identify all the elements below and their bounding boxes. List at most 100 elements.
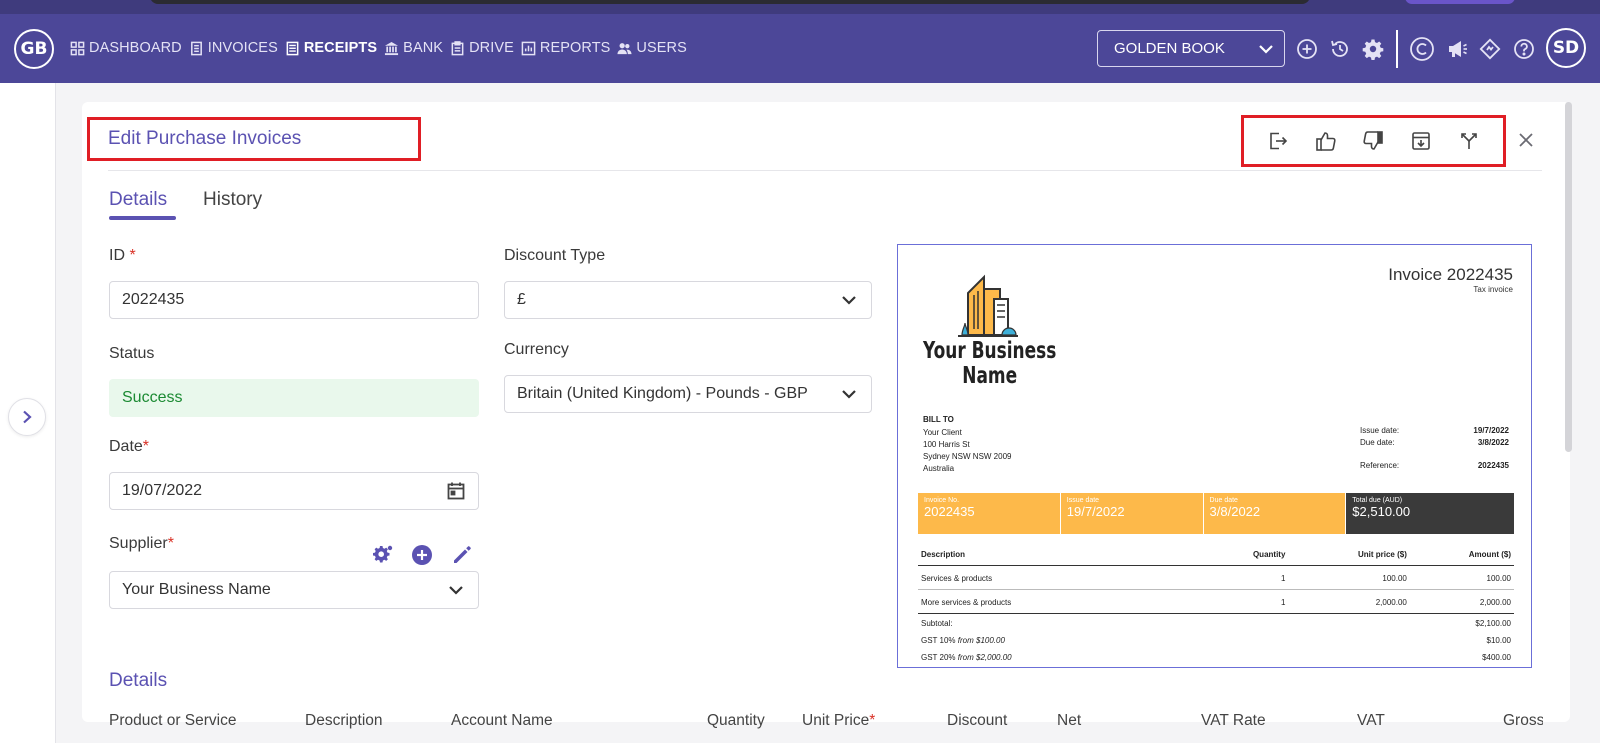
summary-label: Total due (AUD) xyxy=(1352,497,1403,504)
due-date-value: 3/8/2022 xyxy=(1477,438,1509,447)
bill-to-address: Your Client 100 Harris St Sydney NSW NSW… xyxy=(923,427,1011,475)
chevron-down-icon xyxy=(1259,44,1273,54)
status-label: Status xyxy=(109,345,155,362)
receipt-icon xyxy=(286,41,299,55)
gear-icon[interactable] xyxy=(1362,38,1384,60)
supplier-select[interactable]: Your Business Name xyxy=(109,571,479,609)
row-description: More services & products xyxy=(921,598,1012,607)
column-unit-price: Unit Price* xyxy=(802,712,875,730)
document-icon xyxy=(190,41,202,55)
row-quantity: 1 xyxy=(1280,574,1286,583)
calendar-icon[interactable] xyxy=(446,481,466,501)
nav-users[interactable]: USERS xyxy=(617,40,687,56)
scrollbar-thumb[interactable] xyxy=(1565,102,1572,452)
invoice-preview[interactable]: Your Business Name Invoice 2022435 Tax i… xyxy=(897,244,1532,668)
nav-reports-label: REPORTS xyxy=(539,40,611,56)
profile-avatar[interactable]: SD xyxy=(1546,28,1586,68)
nav-drive[interactable]: DRIVE xyxy=(450,40,514,56)
top-bar-accent xyxy=(1405,0,1515,4)
close-icon[interactable] xyxy=(1514,128,1538,152)
discount-type-value: £ xyxy=(517,291,526,308)
date-field[interactable]: 19/07/2022 xyxy=(109,472,479,510)
thumbs-down-icon[interactable] xyxy=(1362,130,1384,152)
add-supplier-icon[interactable] xyxy=(410,543,434,567)
invoice-title: Invoice 2022435 xyxy=(1388,265,1513,284)
column-product-or-service: Product or Service xyxy=(109,712,237,729)
expand-sidebar-button[interactable] xyxy=(8,398,46,436)
supplier-settings-icon[interactable] xyxy=(370,543,394,567)
subtotal-label: Subtotal: xyxy=(921,619,953,628)
nav-bank[interactable]: BANK xyxy=(384,40,443,56)
active-tab-underline xyxy=(109,216,176,220)
col-description: Description xyxy=(921,550,966,559)
main-navbar: GB DASHBOARD INVOICES RECEIPTS BANK DRIV… xyxy=(0,14,1600,83)
page-title: Edit Purchase Invoices xyxy=(108,128,302,149)
nav-invoices[interactable]: INVOICES xyxy=(189,40,278,56)
bar-chart-icon xyxy=(521,41,536,55)
discount-type-label: Discount Type xyxy=(504,247,606,264)
issue-date-value: 19/7/2022 xyxy=(1473,426,1509,435)
bill-to-line: Your Client xyxy=(923,428,962,437)
date-label-text: Date xyxy=(109,438,143,455)
details-section-title: Details xyxy=(109,670,168,691)
split-icon[interactable] xyxy=(1458,130,1480,152)
chevron-down-icon xyxy=(842,296,856,305)
diamond-icon[interactable] xyxy=(1479,38,1501,60)
supplier-label-text: Supplier xyxy=(109,535,168,552)
thumbs-up-icon[interactable] xyxy=(1315,130,1337,152)
nav-dashboard[interactable]: DASHBOARD xyxy=(70,40,182,56)
archive-icon[interactable] xyxy=(1410,130,1432,152)
export-icon[interactable] xyxy=(1267,130,1289,152)
c-logo-icon[interactable] xyxy=(1409,36,1435,62)
bill-to-label: BILL TO xyxy=(923,415,954,424)
edit-supplier-icon[interactable] xyxy=(450,543,474,567)
tab-details[interactable]: Details xyxy=(109,189,167,211)
company-select-value: GOLDEN BOOK xyxy=(1114,40,1225,57)
row-description: Services & products xyxy=(921,574,993,583)
business-name-line2: Name xyxy=(962,363,1018,389)
table-row: More services & products 1 2,000.00 2,00… xyxy=(918,590,1514,614)
subtotal-row: Subtotal: $2,100.00 xyxy=(918,614,1514,632)
add-circle-icon[interactable] xyxy=(1296,38,1318,60)
column-account-name: Account Name xyxy=(451,712,553,729)
users-icon xyxy=(617,42,632,54)
grid-icon xyxy=(70,41,85,55)
gst2-row: GST 20% from $2,000.00 $400.00 xyxy=(918,649,1514,666)
bill-to-line: Australia xyxy=(923,464,955,473)
company-select[interactable]: GOLDEN BOOK xyxy=(1097,30,1285,67)
company-initials: GB xyxy=(20,39,48,59)
profile-initials: SD xyxy=(1552,38,1580,58)
help-icon[interactable] xyxy=(1513,38,1535,60)
reference-label: Reference: xyxy=(1360,461,1400,470)
tab-history[interactable]: History xyxy=(203,189,262,211)
summary-value: 19/7/2022 xyxy=(1066,504,1125,519)
top-bar-pill xyxy=(150,0,1310,4)
summary-issue-date: Issue date 19/7/2022 xyxy=(1060,493,1204,534)
column-quantity: Quantity xyxy=(707,712,765,729)
summary-value: 3/8/2022 xyxy=(1209,504,1261,519)
currency-select[interactable]: Britain (United Kingdom) - Pounds - GBP xyxy=(504,375,872,413)
invoice-summary-bar: Invoice No. 2022435 Issue date 19/7/2022 D… xyxy=(918,493,1515,534)
gst1-from: from $100.00 xyxy=(957,636,1005,645)
reference-value: 2022435 xyxy=(1477,461,1509,470)
nav-reports[interactable]: REPORTS xyxy=(521,40,611,56)
page-scrollbar[interactable] xyxy=(1563,102,1573,722)
nav-drive-label: DRIVE xyxy=(469,40,514,56)
history-icon[interactable] xyxy=(1329,38,1351,60)
nav-menu: DASHBOARD INVOICES RECEIPTS BANK DRIVE R… xyxy=(70,40,694,56)
issue-date-label: Issue date: xyxy=(1360,426,1400,435)
column-vat: VAT xyxy=(1357,712,1385,729)
discount-type-select[interactable]: £ xyxy=(504,281,872,319)
gst1-value: $10.00 xyxy=(1486,636,1511,645)
nav-receipts[interactable]: RECEIPTS xyxy=(285,40,377,56)
id-field[interactable]: 2022435 xyxy=(109,281,479,319)
gst2-value: $400.00 xyxy=(1482,653,1511,662)
col-unit-price: Unit price ($) xyxy=(1357,550,1407,559)
gst2-from: from $2,000.00 xyxy=(957,653,1012,662)
megaphone-icon[interactable] xyxy=(1446,38,1468,60)
summary-due-date: Due date 3/8/2022 xyxy=(1203,493,1347,534)
nav-invoices-label: INVOICES xyxy=(207,40,278,56)
company-avatar[interactable]: GB xyxy=(14,29,54,69)
header-divider xyxy=(108,170,1542,171)
summary-label: Invoice No. xyxy=(924,497,960,504)
